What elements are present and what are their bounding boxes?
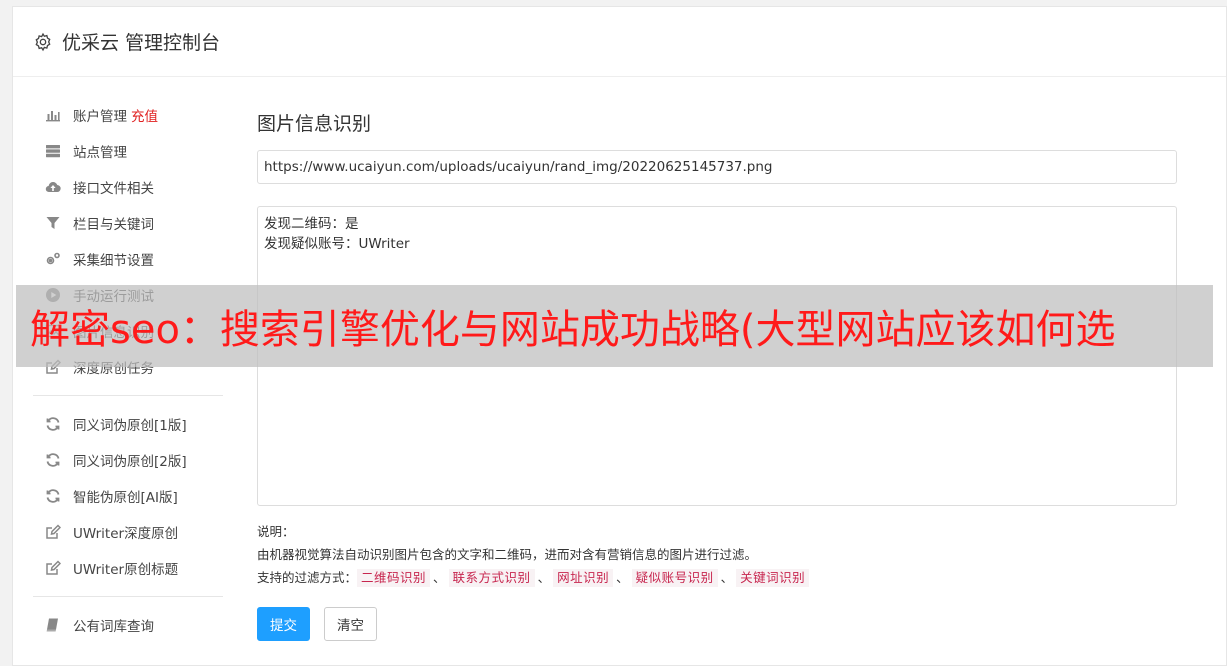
sidebar-item-label: 采集细节设置 bbox=[73, 253, 154, 269]
sidebar-item[interactable]: UWriter原创标题 bbox=[33, 550, 223, 586]
filter-tag: 关键词识别 bbox=[736, 569, 810, 587]
sidebar-item[interactable]: 账户管理 充值 bbox=[33, 97, 223, 133]
notes-text: 由机器视觉算法自动识别图片包含的文字和二维码，进而对含有营销信息的图片进行过滤。 bbox=[257, 547, 758, 562]
result-line: 发现二维码：是 bbox=[264, 216, 359, 232]
overlay-banner: 解密seo：搜索引擎优化与网站成功战略(大型网站应该如何选 bbox=[16, 285, 1213, 367]
bar-chart-icon bbox=[44, 106, 62, 124]
filter-separator: 、 bbox=[616, 570, 629, 585]
sidebar-item-label: 智能伪原创[AI版] bbox=[73, 490, 178, 506]
filter-tag: 联系方式识别 bbox=[448, 569, 535, 587]
clear-button[interactable]: 清空 bbox=[324, 607, 377, 641]
sidebar-item[interactable]: 公有词库查询 bbox=[33, 607, 223, 643]
cogs-icon bbox=[44, 250, 62, 268]
sidebar-item-label: 同义词伪原创[1版] bbox=[73, 418, 187, 434]
sidebar-item[interactable]: 同义词伪原创[2版] bbox=[33, 442, 223, 478]
sidebar-item-label: UWriter原创标题 bbox=[73, 562, 179, 578]
filter-separator: 、 bbox=[433, 570, 446, 585]
banner-text: 解密seo：搜索引擎优化与网站成功战略(大型网站应该如何选 bbox=[30, 307, 1116, 353]
image-url-input[interactable] bbox=[257, 150, 1177, 184]
filter-tag: 网址识别 bbox=[553, 569, 614, 587]
main-content: 图片信息识别 发现二维码：是 发现疑似账号：UWriter 说明： 由机器视觉算… bbox=[257, 109, 1177, 641]
sidebar-item-label: 公有词库查询 bbox=[73, 619, 154, 635]
action-buttons: 提交 清空 bbox=[257, 607, 1177, 641]
result-line: 发现疑似账号：UWriter bbox=[264, 236, 410, 252]
filter-icon bbox=[44, 214, 62, 232]
section-title: 图片信息识别 bbox=[257, 113, 372, 135]
refresh-icon bbox=[44, 415, 62, 433]
cloud-upload-icon bbox=[44, 178, 62, 196]
sidebar-item[interactable]: 同义词伪原创[1版] bbox=[33, 406, 223, 442]
page-header: 优采云 管理控制台 bbox=[13, 7, 1226, 77]
filter-tag: 疑似账号识别 bbox=[631, 569, 718, 587]
sidebar-divider bbox=[33, 596, 223, 597]
sidebar-item[interactable]: 接口文件相关 bbox=[33, 169, 223, 205]
sidebar-item[interactable]: 采集细节设置 bbox=[33, 241, 223, 277]
book-icon bbox=[44, 616, 62, 634]
sidebar-item-label: 同义词伪原创[2版] bbox=[73, 454, 187, 470]
notes: 说明： 由机器视觉算法自动识别图片包含的文字和二维码，进而对含有营销信息的图片进… bbox=[257, 520, 1177, 589]
edit-icon bbox=[44, 559, 62, 577]
sidebar-divider bbox=[33, 395, 223, 396]
notes-label: 说明： bbox=[257, 524, 295, 539]
filters-line: 支持的过滤方式： 二维码识别、联系方式识别、网址识别、疑似账号识别、关键词识别 bbox=[257, 566, 1177, 589]
sidebar-item-label: 栏目与关键词 bbox=[73, 217, 154, 233]
filters-label: 支持的过滤方式： bbox=[257, 570, 358, 585]
sidebar-item-label: UWriter深度原创 bbox=[73, 526, 179, 542]
edit-icon bbox=[44, 523, 62, 541]
sidebar-item-label: 接口文件相关 bbox=[73, 181, 154, 197]
refresh-icon bbox=[44, 487, 62, 505]
server-icon bbox=[44, 142, 62, 160]
gear-icon bbox=[33, 32, 53, 52]
sidebar-item-label: 站点管理 bbox=[73, 145, 127, 161]
sidebar-item[interactable]: 站点管理 bbox=[33, 133, 223, 169]
filter-separator: 、 bbox=[537, 570, 551, 585]
filter-separator: 、 bbox=[720, 570, 734, 585]
recharge-link[interactable]: 充值 bbox=[131, 105, 158, 125]
sidebar-item-label: 账户管理 bbox=[73, 109, 127, 125]
sidebar-item[interactable]: 智能伪原创[AI版] bbox=[33, 478, 223, 514]
submit-button[interactable]: 提交 bbox=[257, 607, 310, 641]
refresh-icon bbox=[44, 451, 62, 469]
sidebar-item[interactable]: 栏目与关键词 bbox=[33, 205, 223, 241]
page-title: 优采云 管理控制台 bbox=[62, 32, 221, 54]
sidebar-item[interactable]: UWriter深度原创 bbox=[33, 514, 223, 550]
sidebar: 账户管理充值站点管理接口文件相关栏目与关键词采集细节设置手动运行测试图片信息识别… bbox=[33, 97, 223, 643]
filter-tag: 二维码识别 bbox=[357, 569, 431, 587]
